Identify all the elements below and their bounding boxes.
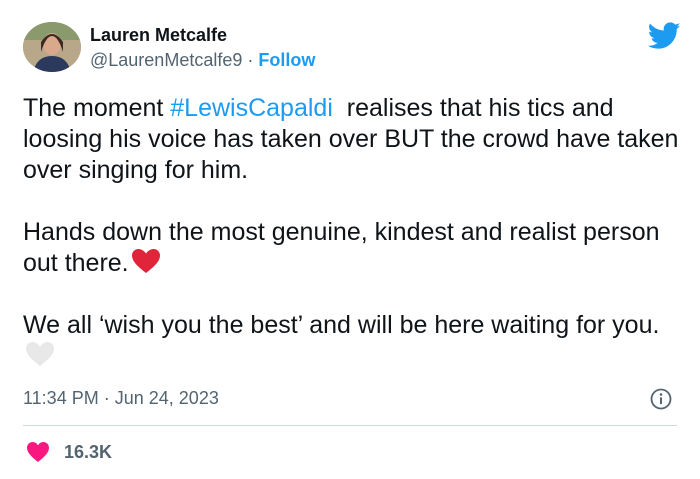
like-count: 16.3K xyxy=(64,441,113,462)
tweet-paragraph-1: The moment #LewisCapaldi realises that h… xyxy=(23,93,683,186)
hashtag-link[interactable]: #LewisCapaldi xyxy=(170,94,333,122)
twitter-bird-icon[interactable] xyxy=(648,22,681,50)
red-heart-emoji-icon xyxy=(131,249,160,273)
avatar[interactable] xyxy=(23,22,81,72)
divider xyxy=(23,425,677,426)
handle-separator: · xyxy=(247,50,254,70)
display-name[interactable]: Lauren Metcalfe xyxy=(90,25,227,46)
timestamp-separator: · xyxy=(103,388,110,408)
info-icon[interactable] xyxy=(650,388,672,410)
timestamp-date[interactable]: Jun 24, 2023 xyxy=(115,388,219,408)
tweet-card: Lauren Metcalfe @LaurenMetcalfe9 · Follo… xyxy=(0,0,700,479)
timestamp-time[interactable]: 11:34 PM xyxy=(23,388,99,408)
timestamp[interactable]: 11:34 PM · Jun 24, 2023 xyxy=(23,388,219,409)
follow-button[interactable]: Follow xyxy=(258,50,315,70)
white-heart-emoji-icon xyxy=(26,342,54,366)
tweet-header: Lauren Metcalfe @LaurenMetcalfe9 · Follo… xyxy=(23,22,683,78)
heart-icon[interactable] xyxy=(26,441,50,463)
tweet-paragraph-2: Hands down the most genuine, kindest and… xyxy=(23,217,683,279)
handle-line: @LaurenMetcalfe9 · Follow xyxy=(90,50,315,71)
handle[interactable]: @LaurenMetcalfe9 xyxy=(90,50,242,70)
tweet-paragraph-3: We all ‘wish you the best’ and will be h… xyxy=(23,310,683,372)
like-button[interactable]: 16.3K xyxy=(26,440,112,464)
text-segment: Hands down the most genuine, kindest and… xyxy=(23,218,660,277)
text-segment: We all ‘wish you the best’ and will be h… xyxy=(23,311,660,339)
tweet-text: The moment #LewisCapaldi realises that h… xyxy=(23,93,683,403)
text-segment: The moment xyxy=(23,94,171,122)
